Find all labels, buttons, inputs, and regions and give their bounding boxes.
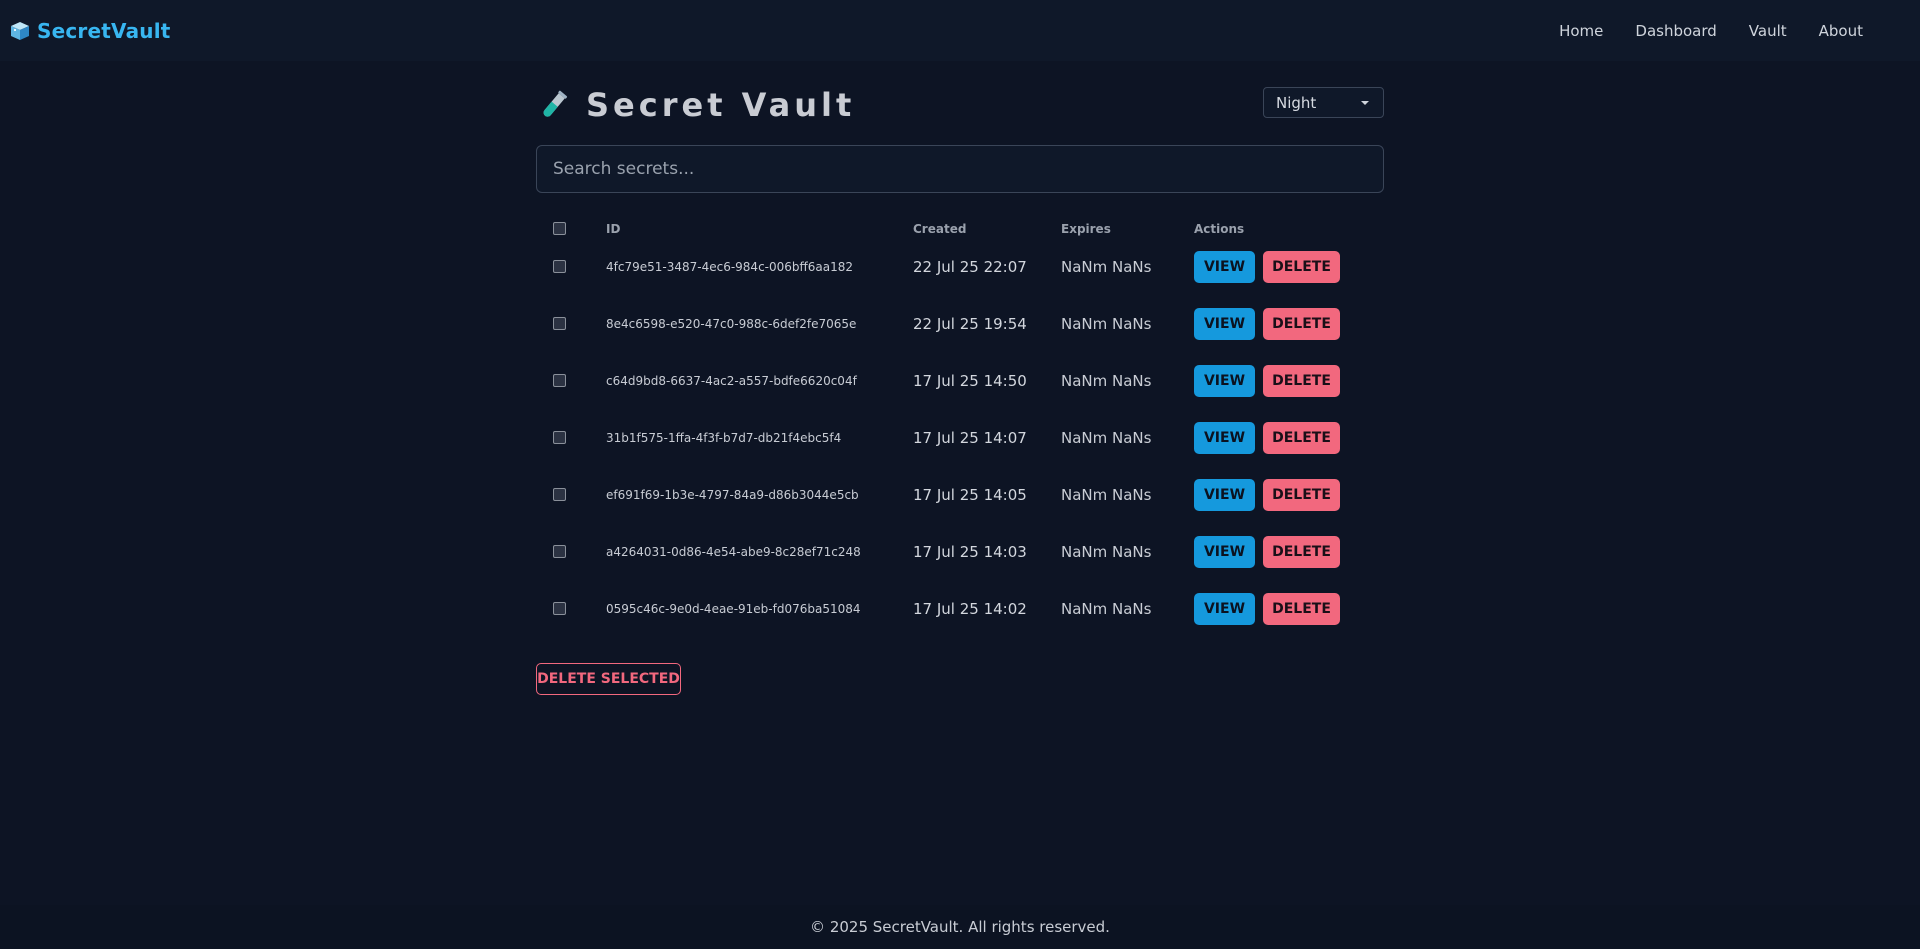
- view-button[interactable]: VIEW: [1194, 479, 1255, 511]
- table-row: ef691f69-1b3e-4797-84a9-d86b3044e5cb 17 J…: [536, 468, 1384, 525]
- select-all-checkbox[interactable]: [553, 222, 566, 235]
- nav-link-dashboard[interactable]: Dashboard: [1619, 22, 1732, 40]
- created-date: 17 Jul 25 14:05: [913, 486, 1027, 504]
- secrets-table: ID Created Expires Actions 4fc79e51-3487…: [536, 213, 1384, 639]
- delete-selected-button[interactable]: DELETE SELECTED: [536, 663, 681, 695]
- delete-button[interactable]: DELETE: [1263, 479, 1340, 511]
- view-button[interactable]: VIEW: [1194, 308, 1255, 340]
- expires-value: NaNm NaNs: [1061, 600, 1152, 618]
- expires-value: NaNm NaNs: [1061, 486, 1152, 504]
- secret-id: a4264031-0d86-4e54-abe9-8c28ef71c248: [606, 545, 861, 559]
- footer: © 2025 SecretVault. All rights reserved.: [0, 905, 1920, 949]
- title-wrap: Secret Vault: [536, 86, 855, 124]
- row-checkbox[interactable]: [553, 260, 566, 273]
- table-row: 4fc79e51-3487-4ec6-984c-006bff6aa182 22 J…: [536, 240, 1384, 297]
- header-id: ID: [606, 222, 621, 236]
- row-checkbox[interactable]: [553, 317, 566, 330]
- nav-link-about[interactable]: About: [1803, 22, 1863, 40]
- brand[interactable]: SecretVault: [9, 19, 171, 43]
- header-created: Created: [913, 222, 967, 236]
- view-button[interactable]: VIEW: [1194, 536, 1255, 568]
- expires-value: NaNm NaNs: [1061, 258, 1152, 276]
- page-header: Secret Vault Night: [536, 86, 1384, 136]
- delete-button[interactable]: DELETE: [1263, 536, 1340, 568]
- table-row: 31b1f575-1ffa-4f3f-b7d7-db21f4ebc5f4 17 J…: [536, 411, 1384, 468]
- table-header: ID Created Expires Actions: [536, 213, 1384, 240]
- secret-id: 4fc79e51-3487-4ec6-984c-006bff6aa182: [606, 260, 854, 274]
- nav-link-home[interactable]: Home: [1543, 22, 1619, 40]
- header-actions: Actions: [1194, 222, 1245, 236]
- delete-button[interactable]: DELETE: [1263, 251, 1340, 283]
- table-body: 4fc79e51-3487-4ec6-984c-006bff6aa182 22 J…: [536, 240, 1384, 639]
- caret-down-icon: [1361, 100, 1369, 105]
- created-date: 17 Jul 25 14:07: [913, 429, 1027, 447]
- expires-value: NaNm NaNs: [1061, 372, 1152, 390]
- secret-id: ef691f69-1b3e-4797-84a9-d86b3044e5cb: [606, 488, 859, 502]
- row-checkbox[interactable]: [553, 431, 566, 444]
- table-row: c64d9bd8-6637-4ac2-a557-bdfe6620c04f 17 J…: [536, 354, 1384, 411]
- created-date: 17 Jul 25 14:50: [913, 372, 1027, 390]
- nav-links: Home Dashboard Vault About: [1543, 22, 1863, 40]
- view-button[interactable]: VIEW: [1194, 422, 1255, 454]
- delete-button[interactable]: DELETE: [1263, 593, 1340, 625]
- table-row: a4264031-0d86-4e54-abe9-8c28ef71c248 17 J…: [536, 525, 1384, 582]
- view-button[interactable]: VIEW: [1194, 365, 1255, 397]
- created-date: 22 Jul 25 22:07: [913, 258, 1027, 276]
- row-checkbox[interactable]: [553, 488, 566, 501]
- view-button[interactable]: VIEW: [1194, 593, 1255, 625]
- header-expires: Expires: [1061, 222, 1111, 236]
- secret-id: 0595c46c-9e0d-4eae-91eb-fd076ba51084: [606, 602, 861, 616]
- secret-id: 31b1f575-1ffa-4f3f-b7d7-db21f4ebc5f4: [606, 431, 842, 445]
- theme-select[interactable]: Night: [1263, 87, 1384, 118]
- secret-id: 8e4c6598-e520-47c0-988c-6def2fe7065e: [606, 317, 857, 331]
- search-input[interactable]: [536, 145, 1384, 193]
- expires-value: NaNm NaNs: [1061, 429, 1152, 447]
- expires-value: NaNm NaNs: [1061, 315, 1152, 333]
- brand-name: SecretVault: [37, 18, 171, 43]
- footer-text: © 2025 SecretVault. All rights reserved.: [810, 918, 1110, 936]
- theme-select-value: Night: [1276, 93, 1317, 112]
- ice-cube-icon: [11, 21, 29, 40]
- row-checkbox[interactable]: [553, 545, 566, 558]
- created-date: 22 Jul 25 19:54: [913, 315, 1027, 333]
- table-row: 8e4c6598-e520-47c0-988c-6def2fe7065e 22 J…: [536, 297, 1384, 354]
- created-date: 17 Jul 25 14:02: [913, 600, 1027, 618]
- main-content: Secret Vault Night ID Created Expires Ac…: [536, 86, 1384, 695]
- table-row: 0595c46c-9e0d-4eae-91eb-fd076ba51084 17 J…: [536, 582, 1384, 639]
- nav-link-vault[interactable]: Vault: [1733, 22, 1803, 40]
- navbar: SecretVault Home Dashboard Vault About: [0, 0, 1920, 61]
- row-checkbox[interactable]: [553, 374, 566, 387]
- page-title: Secret Vault: [586, 86, 856, 124]
- view-button[interactable]: VIEW: [1194, 251, 1255, 283]
- delete-button[interactable]: DELETE: [1263, 365, 1340, 397]
- row-checkbox[interactable]: [553, 602, 566, 615]
- delete-button[interactable]: DELETE: [1263, 422, 1340, 454]
- created-date: 17 Jul 25 14:03: [913, 543, 1027, 561]
- secret-id: c64d9bd8-6637-4ac2-a557-bdfe6620c04f: [606, 374, 857, 388]
- delete-button[interactable]: DELETE: [1263, 308, 1340, 340]
- test-tube-icon: [543, 90, 568, 117]
- expires-value: NaNm NaNs: [1061, 543, 1152, 561]
